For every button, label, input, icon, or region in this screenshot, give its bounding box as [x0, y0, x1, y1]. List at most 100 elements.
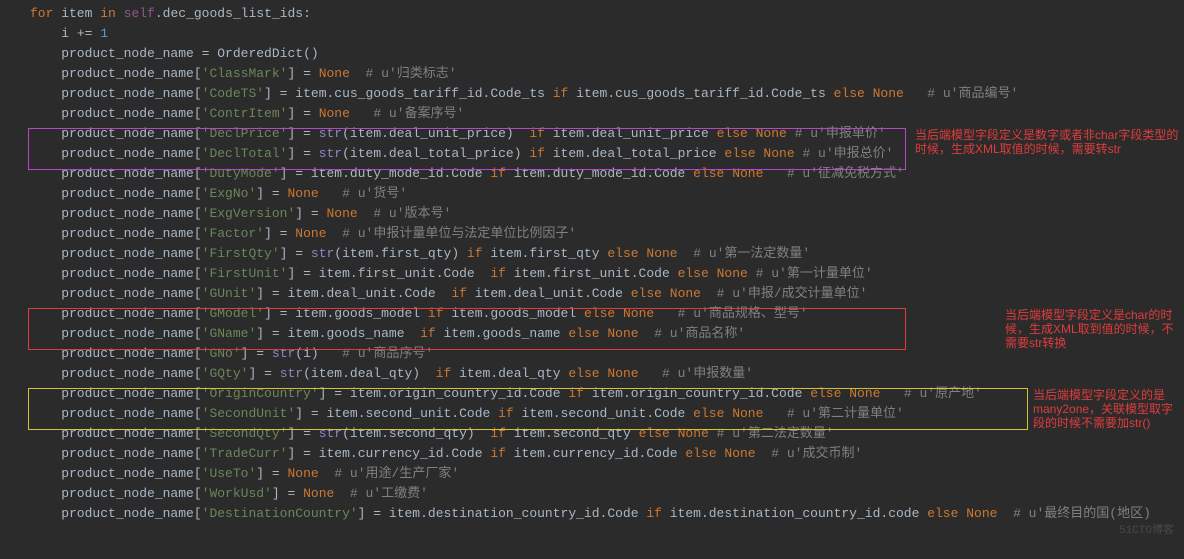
code-token: product_node_name[ [30, 126, 202, 141]
code-token: # u'第二计量单位' [787, 406, 904, 421]
code-token: ] [287, 126, 303, 141]
code-token: = [272, 326, 280, 341]
code-token: = [311, 406, 319, 421]
code-token: None [678, 426, 709, 441]
code-token [311, 146, 319, 161]
code-token [756, 446, 772, 461]
code-line[interactable]: product_node_name['CodeTS'] = item.cus_g… [0, 84, 1184, 104]
code-token: str [319, 426, 342, 441]
code-line[interactable]: product_node_name['OriginCountry'] = ite… [0, 384, 1184, 404]
code-token [748, 266, 756, 281]
code-token [311, 426, 319, 441]
code-token: item.goods_model [444, 306, 584, 321]
code-token: item.goods_name [436, 326, 569, 341]
code-line[interactable]: product_node_name['DutyMode'] = item.dut… [0, 164, 1184, 184]
code-line[interactable]: product_node_name['SecondQty'] = str(ite… [0, 424, 1184, 444]
code-token: # u'版本号' [373, 206, 451, 221]
code-token: None [724, 446, 755, 461]
code-token [639, 366, 662, 381]
code-token: product_node_name[ [30, 246, 202, 261]
code-token: else [724, 146, 755, 161]
code-line[interactable]: for item in self.dec_goods_list_ids: [0, 4, 1184, 24]
code-token [264, 346, 272, 361]
code-token: # u'最终目的国(地区) [1013, 506, 1151, 521]
code-token: if [451, 286, 467, 301]
code-token: str [272, 346, 295, 361]
code-token [678, 246, 694, 261]
code-token: None [623, 306, 654, 321]
code-token: = [303, 426, 311, 441]
code-token: None [732, 166, 763, 181]
code-line[interactable]: i += 1 [0, 24, 1184, 44]
code-token: ] [287, 446, 303, 461]
code-token: product_node_name[ [30, 86, 202, 101]
code-line[interactable]: product_node_name['ExgNo'] = None # u'货号… [0, 184, 1184, 204]
code-token: product_node_name[ [30, 366, 202, 381]
code-token: = [303, 106, 311, 121]
code-token: str [319, 126, 342, 141]
code-token: if [490, 426, 506, 441]
code-line[interactable]: product_node_name['UseTo'] = None # u'用途… [0, 464, 1184, 484]
code-token: item.currency_id.Code [311, 446, 490, 461]
code-token [311, 126, 319, 141]
code-token: item.origin_country_id.Code [584, 386, 810, 401]
code-line[interactable]: product_node_name['ExgVersion'] = None #… [0, 204, 1184, 224]
code-token: (item.deal_total_price) [342, 146, 529, 161]
code-token: product_node_name[ [30, 506, 202, 521]
code-token: # u'备案序号' [373, 106, 464, 121]
code-line[interactable]: product_node_name['ContrItem'] = None # … [0, 104, 1184, 124]
code-token [701, 286, 717, 301]
code-token: 'ExgVersion' [202, 206, 296, 221]
code-token: 'FirstQty' [202, 246, 280, 261]
code-token: else [568, 326, 599, 341]
code-token: str [319, 146, 342, 161]
code-token: 'OriginCountry' [202, 386, 319, 401]
code-line[interactable]: product_node_name = OrderedDict() [0, 44, 1184, 64]
code-token: else [693, 406, 724, 421]
code-line[interactable]: product_node_name['FirstUnit'] = item.fi… [0, 264, 1184, 284]
code-token [272, 366, 280, 381]
code-line[interactable]: product_node_name['GQty'] = str(item.dea… [0, 364, 1184, 384]
code-token: product_node_name[ [30, 66, 202, 81]
code-token: # u'第一计量单位' [756, 266, 873, 281]
code-token: 'SecondQty' [202, 426, 288, 441]
code-token [709, 266, 717, 281]
code-token: 'GNo' [202, 346, 241, 361]
code-token: product_node_name[ [30, 406, 202, 421]
code-token [709, 426, 717, 441]
code-line[interactable]: product_node_name['ClassMark'] = None # … [0, 64, 1184, 84]
code-token: None [763, 146, 794, 161]
code-token: 'DestinationCountry' [202, 506, 358, 521]
code-token: # u'原产地' [904, 386, 982, 401]
code-token: None [732, 406, 763, 421]
code-line[interactable]: product_node_name['TradeCurr'] = item.cu… [0, 444, 1184, 464]
code-token: if [490, 446, 506, 461]
code-token: else [717, 126, 748, 141]
code-token: ] [295, 206, 311, 221]
code-line[interactable]: product_node_name['FirstQty'] = str(item… [0, 244, 1184, 264]
code-token: # u'工缴费' [350, 486, 428, 501]
code-token [787, 126, 795, 141]
code-line[interactable]: product_node_name['SecondUnit'] = item.s… [0, 404, 1184, 424]
code-token: # u'申报/成交计量单位' [717, 286, 868, 301]
code-token: product_node_name[ [30, 386, 202, 401]
code-line[interactable]: product_node_name['DestinationCountry'] … [0, 504, 1184, 524]
code-token: ] [358, 506, 374, 521]
code-token: .dec_goods_list_ids: [155, 6, 311, 21]
code-editor[interactable]: for item in self.dec_goods_list_ids: i +… [0, 0, 1184, 524]
code-token: item.cus_goods_tariff_id.Code_ts [568, 86, 833, 101]
code-line[interactable]: product_node_name['WorkUsd'] = None # u'… [0, 484, 1184, 504]
code-line[interactable]: product_node_name['Factor'] = None # u'申… [0, 224, 1184, 244]
code-token: OrderedDict() [209, 46, 318, 61]
code-token: product_node_name[ [30, 446, 202, 461]
code-token: ] [280, 246, 296, 261]
code-token [904, 86, 927, 101]
code-token: 'GModel' [202, 306, 264, 321]
code-token [319, 206, 327, 221]
code-token: += [77, 26, 93, 41]
code-token: str [311, 246, 334, 261]
code-token [319, 466, 335, 481]
code-token: = [295, 166, 303, 181]
code-token: None [670, 286, 701, 301]
code-line[interactable]: product_node_name['GUnit'] = item.deal_u… [0, 284, 1184, 304]
